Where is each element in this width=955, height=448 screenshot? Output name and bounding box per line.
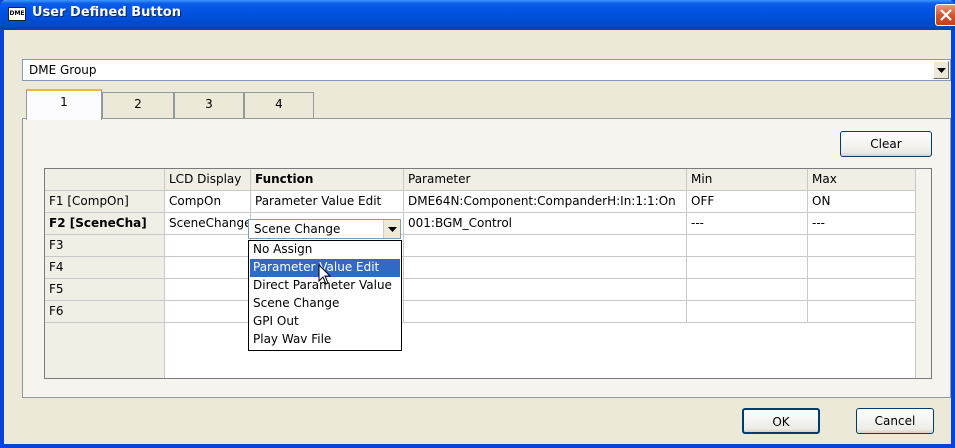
cell-parameter[interactable]	[404, 279, 687, 301]
cancel-button[interactable]: Cancel	[856, 408, 934, 434]
title-bar[interactable]: DME User Defined Button	[0, 0, 955, 30]
column-header-function[interactable]: Function	[251, 169, 404, 191]
cell-lcd-display[interactable]	[165, 257, 251, 279]
cell-max[interactable]: ON	[808, 191, 917, 213]
cell-parameter[interactable]	[404, 235, 687, 257]
row-header-f6[interactable]: F6	[45, 301, 165, 323]
cell-max[interactable]	[808, 279, 917, 301]
window-title: User Defined Button	[32, 5, 181, 20]
cell-min[interactable]: ---	[687, 213, 808, 235]
cell-function[interactable]: Parameter Value Edit	[251, 191, 404, 213]
dme-group-select[interactable]: DME Group	[22, 59, 951, 81]
function-select-value: Scene Change	[254, 222, 341, 236]
row-header-f1[interactable]: F1 [CompOn]	[45, 191, 165, 213]
tab-3[interactable]: 3	[174, 92, 244, 118]
grid-corner-header	[45, 169, 165, 191]
dme-group-value: DME Group	[29, 63, 97, 77]
row-header-f5[interactable]: F5	[45, 279, 165, 301]
cell-parameter[interactable]: DME64N:Component:CompanderH:In:1:1:On	[404, 191, 687, 213]
mouse-cursor-icon	[318, 264, 332, 285]
chevron-down-icon	[388, 227, 397, 232]
cell-lcd-display[interactable]	[165, 235, 251, 257]
cell-parameter[interactable]	[404, 301, 687, 323]
row-header-f4[interactable]: F4	[45, 257, 165, 279]
cell-min[interactable]	[687, 301, 808, 323]
cell-max[interactable]	[808, 257, 917, 279]
dme-app-icon: DME	[8, 7, 26, 21]
clear-button[interactable]: Clear	[840, 131, 932, 157]
cell-max[interactable]	[808, 301, 917, 323]
dropdown-option-no-assign[interactable]: No Assign	[250, 241, 400, 259]
column-header-max[interactable]: Max	[808, 169, 917, 191]
cell-lcd-display[interactable]: SceneChange	[165, 213, 251, 235]
column-header-parameter[interactable]: Parameter	[404, 169, 687, 191]
cell-min[interactable]	[687, 279, 808, 301]
cell-lcd-display[interactable]: CompOn	[165, 191, 251, 213]
row-header-empty-area	[45, 323, 165, 378]
tab-4[interactable]: 4	[244, 92, 314, 118]
tab-1[interactable]: 1	[26, 89, 102, 120]
row-header-f2[interactable]: F2 [SceneCha]	[45, 213, 165, 235]
dropdown-option-scene-change[interactable]: Scene Change	[250, 295, 400, 313]
close-button[interactable]	[935, 4, 955, 26]
cell-max[interactable]: ---	[808, 213, 917, 235]
dme-group-dropdown-button[interactable]	[933, 61, 949, 79]
column-header-min[interactable]: Min	[687, 169, 808, 191]
cell-parameter[interactable]	[404, 257, 687, 279]
function-grid: LCD Display Function Parameter Min Max F…	[44, 168, 932, 379]
dropdown-option-gpi-out[interactable]: GPI Out	[250, 313, 400, 331]
cell-min[interactable]	[687, 235, 808, 257]
ok-button[interactable]: OK	[742, 408, 820, 434]
cell-min[interactable]: OFF	[687, 191, 808, 213]
dropdown-option-play-wav-file[interactable]: Play Wav File	[250, 331, 400, 349]
row-header-f3[interactable]: F3	[45, 235, 165, 257]
close-icon	[940, 9, 952, 21]
dialog-window: DME User Defined Button DME Group 1 2 3 …	[0, 0, 955, 448]
cell-max[interactable]	[808, 235, 917, 257]
chevron-down-icon	[937, 68, 946, 73]
function-select-dropdown-button[interactable]	[383, 220, 400, 238]
function-select[interactable]: Scene Change	[248, 219, 401, 239]
function-dropdown-list: No Assign Parameter Value Edit Direct Pa…	[248, 240, 402, 351]
cell-min[interactable]	[687, 257, 808, 279]
cell-parameter[interactable]: 001:BGM_Control	[404, 213, 687, 235]
tab-2[interactable]: 2	[102, 92, 174, 118]
cell-lcd-display[interactable]	[165, 301, 251, 323]
grid-vertical-scrollbar[interactable]	[915, 169, 931, 378]
cell-lcd-display[interactable]	[165, 279, 251, 301]
column-header-lcd-display[interactable]: LCD Display	[165, 169, 251, 191]
